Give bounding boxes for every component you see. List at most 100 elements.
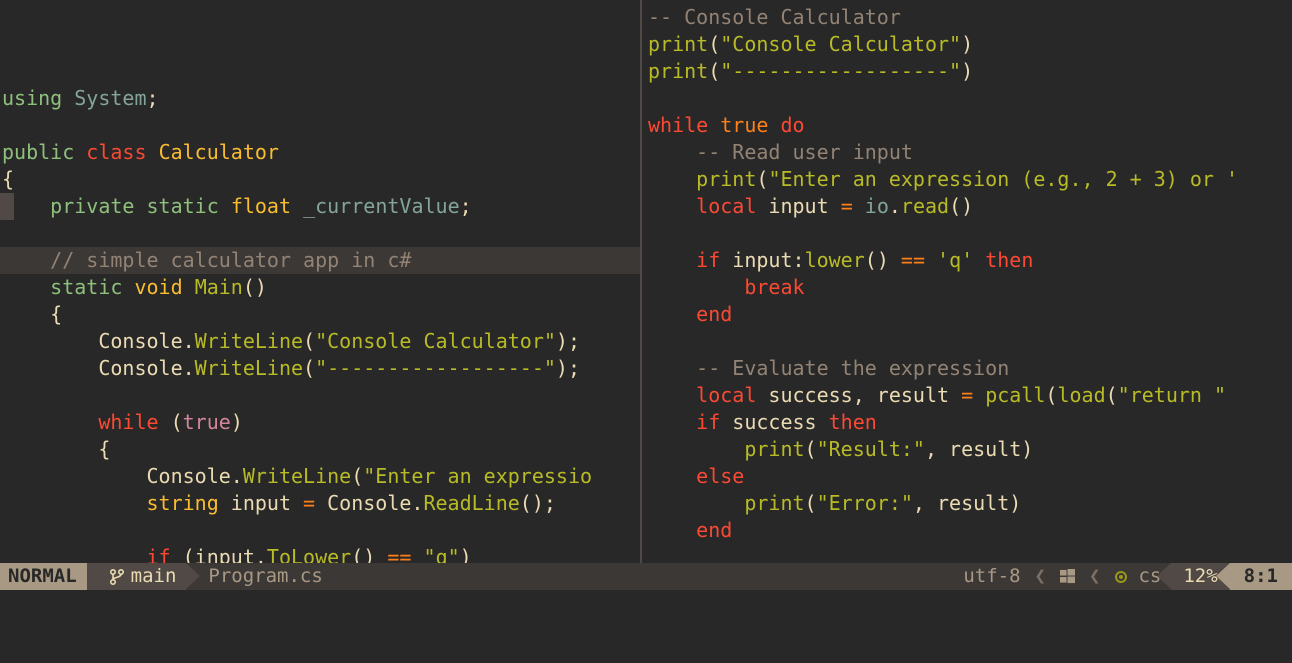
token [648, 140, 696, 164]
code-line[interactable]: if input:lower() == 'q' then [646, 247, 1292, 274]
code-line[interactable]: local input = io.read() [646, 193, 1292, 220]
token: ReadLine [423, 491, 519, 515]
code-line[interactable]: -- Read user input [646, 139, 1292, 166]
sign-column-marker [0, 193, 14, 220]
token: lower [805, 248, 865, 272]
code-line[interactable]: // simple calculator app in c# [0, 247, 640, 274]
code-line[interactable] [646, 85, 1292, 112]
token [648, 275, 744, 299]
token [648, 167, 696, 191]
code-line[interactable]: print("Result:", result) [646, 436, 1292, 463]
code-line[interactable]: else [646, 463, 1292, 490]
code-line[interactable]: while (true) [0, 409, 640, 436]
token: () [949, 194, 973, 218]
token [925, 248, 937, 272]
code-line[interactable]: { [0, 301, 640, 328]
token: class [86, 140, 146, 164]
token: ) [961, 32, 973, 56]
token: Main [195, 275, 243, 299]
token: () [243, 275, 267, 299]
code-line[interactable]: -- Evaluate the expression [646, 355, 1292, 382]
token: "Console Calculator" [315, 329, 556, 353]
code-line[interactable]: using System; [0, 85, 640, 112]
left-pane[interactable]: using System; public class Calculator{ p… [0, 0, 640, 563]
token [648, 248, 696, 272]
code-line[interactable] [0, 382, 640, 409]
token: if [147, 545, 171, 563]
token: = [841, 194, 853, 218]
token [768, 113, 780, 137]
token [648, 194, 696, 218]
token [648, 464, 696, 488]
code-line[interactable]: if success then [646, 409, 1292, 436]
token: Console. [2, 464, 243, 488]
code-line[interactable]: string input = Console.ReadLine(); [0, 490, 640, 517]
code-line[interactable]: break [646, 274, 1292, 301]
token [183, 275, 195, 299]
code-line[interactable]: public class Calculator [0, 139, 640, 166]
branch-icon [109, 568, 125, 586]
code-line[interactable]: -- Console Calculator [646, 4, 1292, 31]
token [2, 275, 50, 299]
token: "------------------" [720, 59, 961, 83]
code-line[interactable]: Console.WriteLine("------------------"); [0, 355, 640, 382]
token [853, 194, 865, 218]
token: ); [556, 329, 580, 353]
code-line[interactable]: while true do [646, 112, 1292, 139]
token: else [696, 464, 744, 488]
percent-text: 12% [1183, 563, 1217, 590]
token: . [889, 194, 901, 218]
token: pcall [985, 383, 1045, 407]
code-line[interactable] [646, 328, 1292, 355]
token: = [303, 491, 315, 515]
code-line[interactable]: end [646, 517, 1292, 544]
right-pane[interactable]: -- Console Calculatorprint("Console Calc… [642, 0, 1292, 563]
code-line[interactable]: local success, result = pcall(load("retu… [646, 382, 1292, 409]
encoding-text: utf-8 [963, 563, 1020, 590]
token: true [720, 113, 768, 137]
code-line[interactable]: Console.WriteLine("Console Calculator"); [0, 328, 640, 355]
token: ToLower [267, 545, 351, 563]
token: input [219, 491, 303, 515]
code-line[interactable]: if (input.ToLower() == "q") [0, 544, 640, 563]
code-line[interactable]: { [0, 436, 640, 463]
code-line[interactable]: Console.WriteLine("Enter an expressio [0, 463, 640, 490]
code-line[interactable]: private static float _currentValue; [0, 193, 640, 220]
token: == [387, 545, 411, 563]
git-branch-name: main [131, 563, 177, 590]
windows-icon [1060, 569, 1075, 584]
token: == [901, 248, 925, 272]
code-line[interactable]: print("------------------") [646, 58, 1292, 85]
code-line[interactable]: { [0, 166, 640, 193]
token: print [648, 59, 708, 83]
token: ( [351, 464, 363, 488]
token [648, 518, 696, 542]
token: "q" [423, 545, 459, 563]
token: print [696, 167, 756, 191]
code-line[interactable] [0, 517, 640, 544]
token: float [231, 194, 291, 218]
token: local [696, 383, 756, 407]
code-line[interactable]: static void Main() [0, 274, 640, 301]
code-line[interactable] [646, 220, 1292, 247]
code-line[interactable]: print("Console Calculator") [646, 31, 1292, 58]
code-line[interactable]: end [646, 301, 1292, 328]
code-line[interactable] [0, 220, 640, 247]
token [134, 194, 146, 218]
token: end [696, 518, 732, 542]
token: System [74, 86, 146, 110]
code-line[interactable]: print("Enter an expression (e.g., 2 + 3)… [646, 166, 1292, 193]
token: print [648, 32, 708, 56]
code-line[interactable] [0, 112, 640, 139]
token: break [744, 275, 804, 299]
token: () [865, 248, 901, 272]
token: end [696, 302, 732, 326]
token [973, 383, 985, 407]
mode-text: NORMAL [8, 563, 77, 590]
command-area[interactable] [0, 590, 1292, 663]
token [62, 86, 74, 110]
token: (); [520, 491, 556, 515]
mode-indicator: NORMAL [0, 563, 87, 590]
code-line[interactable]: print("Error:", result) [646, 490, 1292, 517]
token: , result) [925, 437, 1033, 461]
